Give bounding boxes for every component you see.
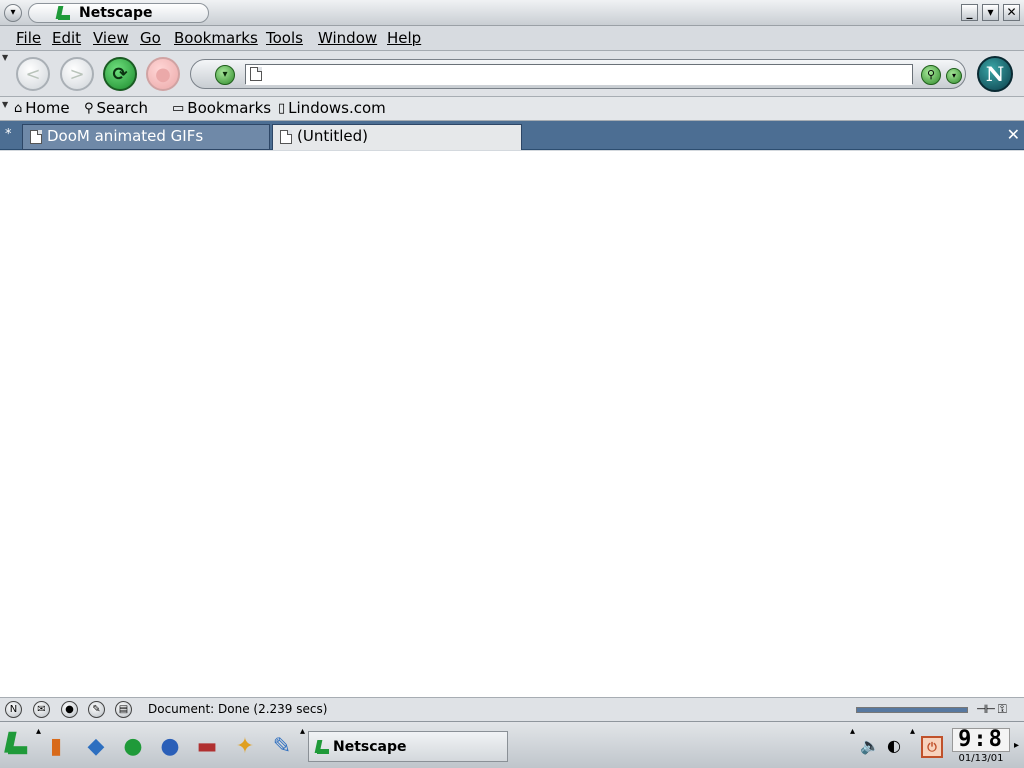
tray-arrow-icon[interactable]: ▴ [850,726,855,737]
tray-arrow-icon[interactable]: ▴ [910,726,915,737]
clock[interactable]: 9:8 01/13/01 [952,728,1010,766]
editor-icon[interactable]: ✎ [266,730,298,762]
url-field-frame: ▾ [245,64,962,85]
navigator-icon[interactable]: N [5,701,22,718]
lindows-label: Lindows.com [288,99,386,117]
menu-edit[interactable]: Edit [52,29,81,47]
menu-tools[interactable]: Tools [266,29,303,47]
page-proxy-icon[interactable] [250,67,262,81]
close-button[interactable]: ✕ [1003,4,1020,21]
search-link[interactable]: ⚲ Search [84,99,148,117]
page-icon [30,130,42,144]
toolbar-grip-icon[interactable]: ▼ [2,53,9,62]
page-icon [280,130,292,144]
menu-view[interactable]: View [93,29,129,47]
search-label: Search [96,99,149,117]
power-icon[interactable]: ⏻ [921,736,943,758]
network-icon[interactable]: ◐ [884,736,904,758]
minimize-button[interactable]: _ [961,4,978,21]
page-icon: ▯ [278,100,286,116]
taskbar: ▴ ▮ ◆ ● ● ▬ ✦ ✎ ▴ Netscape ▴ 🔈 ◐ ▴ ⏻ 9:8… [0,721,1024,768]
tab-untitled[interactable]: (Untitled) [272,124,522,150]
url-input[interactable] [246,66,912,85]
security-lock-icon[interactable]: ⊣⊢ ⚿ [976,702,1007,717]
volume-icon[interactable]: 🔈 [860,736,880,758]
personal-toolbar: ▼ ⌂ Home ⚲ Search ▭ Bookmarks ▯ Lindows.… [0,97,1024,121]
toolbar-grip-icon[interactable]: ▼ [2,100,9,109]
tab-label: DooM animated GIFs [47,127,204,145]
home-label: Home [25,99,70,117]
url-bar: ▾ ▾ ⚲ [190,59,966,89]
page-content[interactable] [0,151,1024,697]
taskbar-arrow-icon[interactable]: ▴ [300,726,305,737]
mail-box-icon[interactable]: ▬ [191,730,223,762]
window-title: Netscape [79,5,153,21]
magnifier-icon: ⚲ [84,100,94,116]
search-button[interactable]: ⚲ [921,65,941,85]
url-go-dropdown-icon[interactable]: ▾ [946,68,962,84]
new-tab-button[interactable]: * [5,127,12,142]
maximize-button[interactable]: ▾ [982,4,999,21]
progress-bar [856,707,968,713]
mail-icon[interactable]: ✉ [33,701,50,718]
file-manager-icon[interactable]: ◆ [80,730,112,762]
tab-bar: * DooM animated GIFs (Untitled) ✕ [0,121,1024,150]
reload-button[interactable]: ⟳ [103,57,137,91]
back-button[interactable]: < [16,57,50,91]
clock-time: 9:8 [952,728,1010,752]
home-icon: ⌂ [14,100,23,116]
tab-doom-animated-gifs[interactable]: DooM animated GIFs [22,124,270,150]
bookmarks-link[interactable]: ▭ Bookmarks [172,99,271,117]
browser-globe-icon[interactable]: ● [154,730,186,762]
bookmarks-label: Bookmarks [187,99,272,117]
tray-expand-icon[interactable]: ▸ [1014,740,1019,751]
menu-window[interactable]: Window [318,29,377,47]
tab-label: (Untitled) [297,127,369,145]
navigation-toolbar: ▼ < > ⟳ ● ▾ ▾ ⚲ N [0,51,1024,97]
lindows-logo-icon [314,739,330,755]
clock-date: 01/13/01 [958,753,1004,764]
task-label: Netscape [333,738,407,755]
lindows-start-icon[interactable] [2,730,34,762]
task-netscape[interactable]: Netscape [308,731,508,762]
menu-help[interactable]: Help [387,29,421,47]
lindows-link[interactable]: ▯ Lindows.com [278,99,386,117]
folder-icon: ▭ [172,100,185,116]
lindows-logo-icon [55,5,71,21]
menu-file[interactable]: File [16,29,41,47]
chat-icon[interactable]: ● [61,701,78,718]
window-title-pill: Netscape [28,3,209,23]
forward-button[interactable]: > [60,57,94,91]
address-book-icon[interactable]: ▤ [115,701,132,718]
composer-icon[interactable]: ✎ [88,701,105,718]
close-tab-button[interactable]: ✕ [1007,125,1020,144]
menu-go[interactable]: Go [140,29,161,47]
status-text: Document: Done (2.239 secs) [148,702,328,716]
menu-bar: File Edit View Go Bookmarks Tools Window… [0,26,1024,51]
messenger-icon[interactable]: ✦ [229,730,261,762]
home-link[interactable]: ⌂ Home [14,99,70,117]
window-menu-button[interactable]: ▾ [4,4,22,22]
runner-icon[interactable]: ● [117,730,149,762]
title-bar: ▾ Netscape _ ▾ ✕ [0,0,1024,26]
status-bar: N ✉ ● ✎ ▤ Document: Done (2.239 secs) ⊣⊢… [0,697,1024,721]
menu-bookmarks[interactable]: Bookmarks [174,29,258,47]
stop-button[interactable]: ● [146,57,180,91]
netscape-throbber-logo[interactable]: N [977,56,1013,92]
click-n-run-icon[interactable]: ▮ [40,730,72,762]
progress-fill [857,708,967,712]
url-history-dropdown-button[interactable]: ▾ [215,65,235,85]
